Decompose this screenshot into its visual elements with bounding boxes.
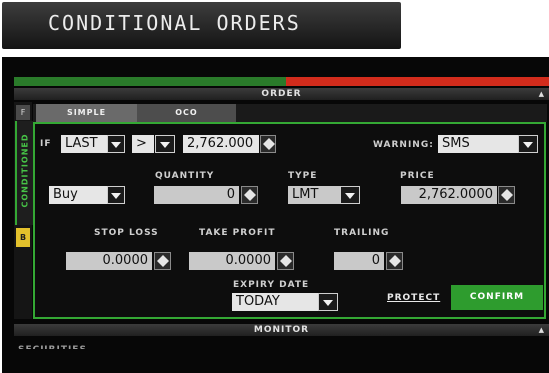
stepper-down-icon[interactable] xyxy=(157,261,169,267)
stop-loss-stepper[interactable] xyxy=(154,252,171,270)
tab-oco[interactable]: OCO xyxy=(137,104,236,122)
chevron-down-icon[interactable] xyxy=(518,135,538,153)
quantity-label: QUANTITY xyxy=(155,171,215,181)
side-tab-b[interactable]: B xyxy=(16,228,30,247)
type-select[interactable]: LMT xyxy=(288,186,340,204)
collapse-arrow-icon[interactable]: ▲ xyxy=(539,88,545,100)
stepper-down-icon[interactable] xyxy=(501,195,513,201)
price-input[interactable]: 2,762.0000 xyxy=(401,186,497,204)
stepper-down-icon[interactable] xyxy=(389,261,401,267)
price-label: PRICE xyxy=(400,171,435,181)
type-label: TYPE xyxy=(288,171,318,181)
if-label: IF xyxy=(40,139,52,149)
status-bar-red xyxy=(286,77,549,86)
take-profit-label: TAKE PROFIT xyxy=(199,228,276,238)
side-select[interactable]: Buy xyxy=(49,186,107,204)
order-price-stepper[interactable] xyxy=(498,186,515,204)
expiry-date-select[interactable]: TODAY xyxy=(232,293,318,311)
condition-field-select[interactable]: LAST xyxy=(61,135,107,153)
operator-select[interactable]: > xyxy=(132,135,154,153)
collapse-arrow-icon[interactable]: ▲ xyxy=(539,324,545,336)
warning-select[interactable]: SMS xyxy=(438,135,518,153)
side-tab-conditioned-label: CONDITIONED xyxy=(20,133,30,208)
stepper-down-icon[interactable] xyxy=(263,144,275,150)
chevron-down-icon[interactable] xyxy=(340,186,360,204)
side-tab-f[interactable]: F xyxy=(16,105,30,120)
expiry-date-label: EXPIRY DATE xyxy=(233,280,310,290)
condition-price-input[interactable]: 2,762.000 xyxy=(183,135,259,153)
chevron-down-icon[interactable] xyxy=(107,186,125,204)
protect-link[interactable]: PROTECT xyxy=(387,293,440,303)
chevron-down-icon[interactable] xyxy=(318,293,338,311)
order-section-header[interactable]: ORDER ▲ xyxy=(14,88,549,100)
quantity-input[interactable]: 0 xyxy=(154,186,239,204)
take-profit-stepper[interactable] xyxy=(277,252,294,270)
status-bar-green xyxy=(14,77,286,86)
trailing-label: TRAILING xyxy=(334,228,390,238)
warning-label: WARNING: xyxy=(373,140,434,150)
stop-loss-label: STOP LOSS xyxy=(94,228,159,238)
chevron-down-icon[interactable] xyxy=(155,135,175,153)
monitor-section-header[interactable]: MONITOR ▲ xyxy=(14,324,549,336)
tab-simple[interactable]: SIMPLE xyxy=(36,104,137,122)
stepper-down-icon[interactable] xyxy=(280,261,292,267)
banner-title: CONDITIONAL ORDERS xyxy=(48,11,301,35)
securities-tab-label[interactable]: SECURITIES xyxy=(18,343,218,349)
trailing-stepper[interactable] xyxy=(386,252,403,270)
trailing-input[interactable]: 0 xyxy=(334,252,384,270)
stepper-down-icon[interactable] xyxy=(244,195,256,201)
confirm-button[interactable]: CONFIRM xyxy=(451,285,543,310)
order-header-label: ORDER xyxy=(261,89,302,99)
chevron-down-icon[interactable] xyxy=(107,135,125,153)
monitor-header-label: MONITOR xyxy=(253,325,310,335)
side-tab-conditioned[interactable]: CONDITIONED xyxy=(15,121,33,225)
quantity-stepper[interactable] xyxy=(241,186,258,204)
price-stepper[interactable] xyxy=(260,135,276,153)
take-profit-input[interactable]: 0.0000 xyxy=(189,252,275,270)
stop-loss-input[interactable]: 0.0000 xyxy=(66,252,152,270)
